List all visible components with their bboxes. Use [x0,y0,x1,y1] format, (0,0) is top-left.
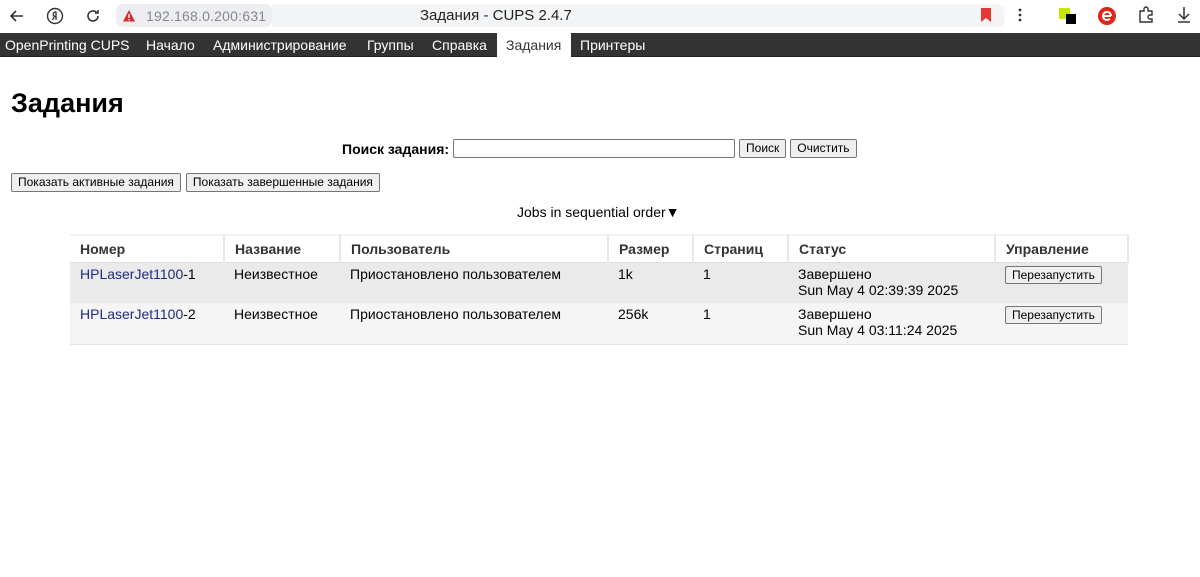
job-status-time: Sun May 4 02:39:39 2025 [798,281,959,298]
bookmark-icon[interactable] [980,8,992,22]
table-row: HPLaserJet1100-2 Неизвестное Приостановл… [70,303,1128,345]
address-bar-background[interactable] [272,4,1005,27]
search-input[interactable] [453,139,736,158]
show-active-jobs-button[interactable]: Показать активные задания [11,173,181,192]
job-status: Завершено [798,265,872,282]
restart-job-button[interactable]: Перезапустить [1005,265,1102,284]
search-button[interactable]: Поиск [739,139,787,158]
warning-icon[interactable] [122,9,136,23]
browser-toolbar: 192.168.0.200:631 Задания - CUPS 2.4.7 [0,0,1200,33]
extension-squares-icon[interactable] [1058,6,1078,31]
show-completed-jobs-button[interactable]: Показать завершенные задания [185,173,380,192]
column-header-control: Управление [995,234,1129,263]
job-status-cell: Завершено Sun May 4 03:11:24 2025 [788,303,995,345]
nav-help[interactable]: Справка [427,33,492,57]
search-label: Поиск задания: [342,140,450,157]
restart-job-button[interactable]: Перезапустить [1005,306,1102,324]
job-user-cell: Приостановлено пользователем [340,303,608,345]
column-header-number: Номер [70,234,225,263]
job-pages-cell: 1 [693,303,788,345]
job-size-cell: 256k [608,303,693,345]
address-bar[interactable]: 192.168.0.200:631 [116,4,272,27]
nav-openprinting-cups[interactable]: OpenPrinting CUPS [0,33,135,57]
column-header-user: Пользователь [340,234,609,263]
cups-nav-bar: OpenPrinting CUPS Начало Администрирован… [0,33,1200,57]
job-name-cell: Неизвестное [224,303,340,345]
job-name-cell: Неизвестное [224,262,340,303]
job-control-cell: Перезапустить [995,303,1128,345]
table-header-row: Номер Название Пользователь Размер Стран… [70,234,1129,263]
nav-jobs[interactable]: Задания [497,33,571,57]
job-size-cell: 1k [608,262,693,303]
printer-link[interactable]: HPLaserJet1100 [80,266,183,282]
printer-link[interactable]: HPLaserJet1100 [80,306,183,322]
yandex-icon[interactable] [44,5,66,27]
reload-icon[interactable] [82,5,104,27]
address-text[interactable]: 192.168.0.200:631 [146,8,266,24]
nav-groups[interactable]: Группы [362,33,419,57]
clear-button[interactable]: Очистить [790,139,857,158]
job-status-time: Sun May 4 03:11:24 2025 [798,322,958,338]
nav-home[interactable]: Начало [141,33,200,57]
download-icon[interactable] [1176,6,1192,29]
back-icon[interactable] [6,5,28,27]
nav-printers[interactable]: Принтеры [575,33,650,57]
page-tab-title: Задания - CUPS 2.4.7 [420,7,572,24]
job-status: Завершено [798,306,872,322]
job-user-cell: Приостановлено пользователем [340,262,608,303]
page-title: Задания [11,88,124,118]
menu-dots-icon[interactable] [1017,6,1023,29]
job-number-suffix: -2 [183,306,196,322]
table-row: HPLaserJet1100-1 Неизвестное Приостановл… [70,262,1128,303]
job-id-cell: HPLaserJet1100-2 [70,303,224,345]
job-number-suffix: -1 [183,265,196,282]
extensions-puzzle-icon[interactable] [1137,6,1155,29]
job-control-cell: Перезапустить [995,262,1128,303]
filter-buttons: Показать активные задания Показать завер… [11,173,380,192]
extension-e-icon[interactable] [1097,6,1117,31]
search-form: Поиск задания: Поиск Очистить [342,139,857,158]
column-header-pages: Страниц [693,234,789,263]
jobs-table: Номер Название Пользователь Размер Стран… [70,234,1129,345]
column-header-name: Название [224,234,341,263]
job-pages-cell: 1 [693,262,788,303]
nav-administration[interactable]: Администрирование [208,33,352,57]
column-header-size: Размер [608,234,694,263]
column-header-status: Статус [788,234,996,263]
job-status-cell: Завершено Sun May 4 02:39:39 2025 [788,262,995,303]
sort-order-link[interactable]: Jobs in sequential order▼ [517,204,680,220]
job-id-cell: HPLaserJet1100-1 [70,262,224,303]
